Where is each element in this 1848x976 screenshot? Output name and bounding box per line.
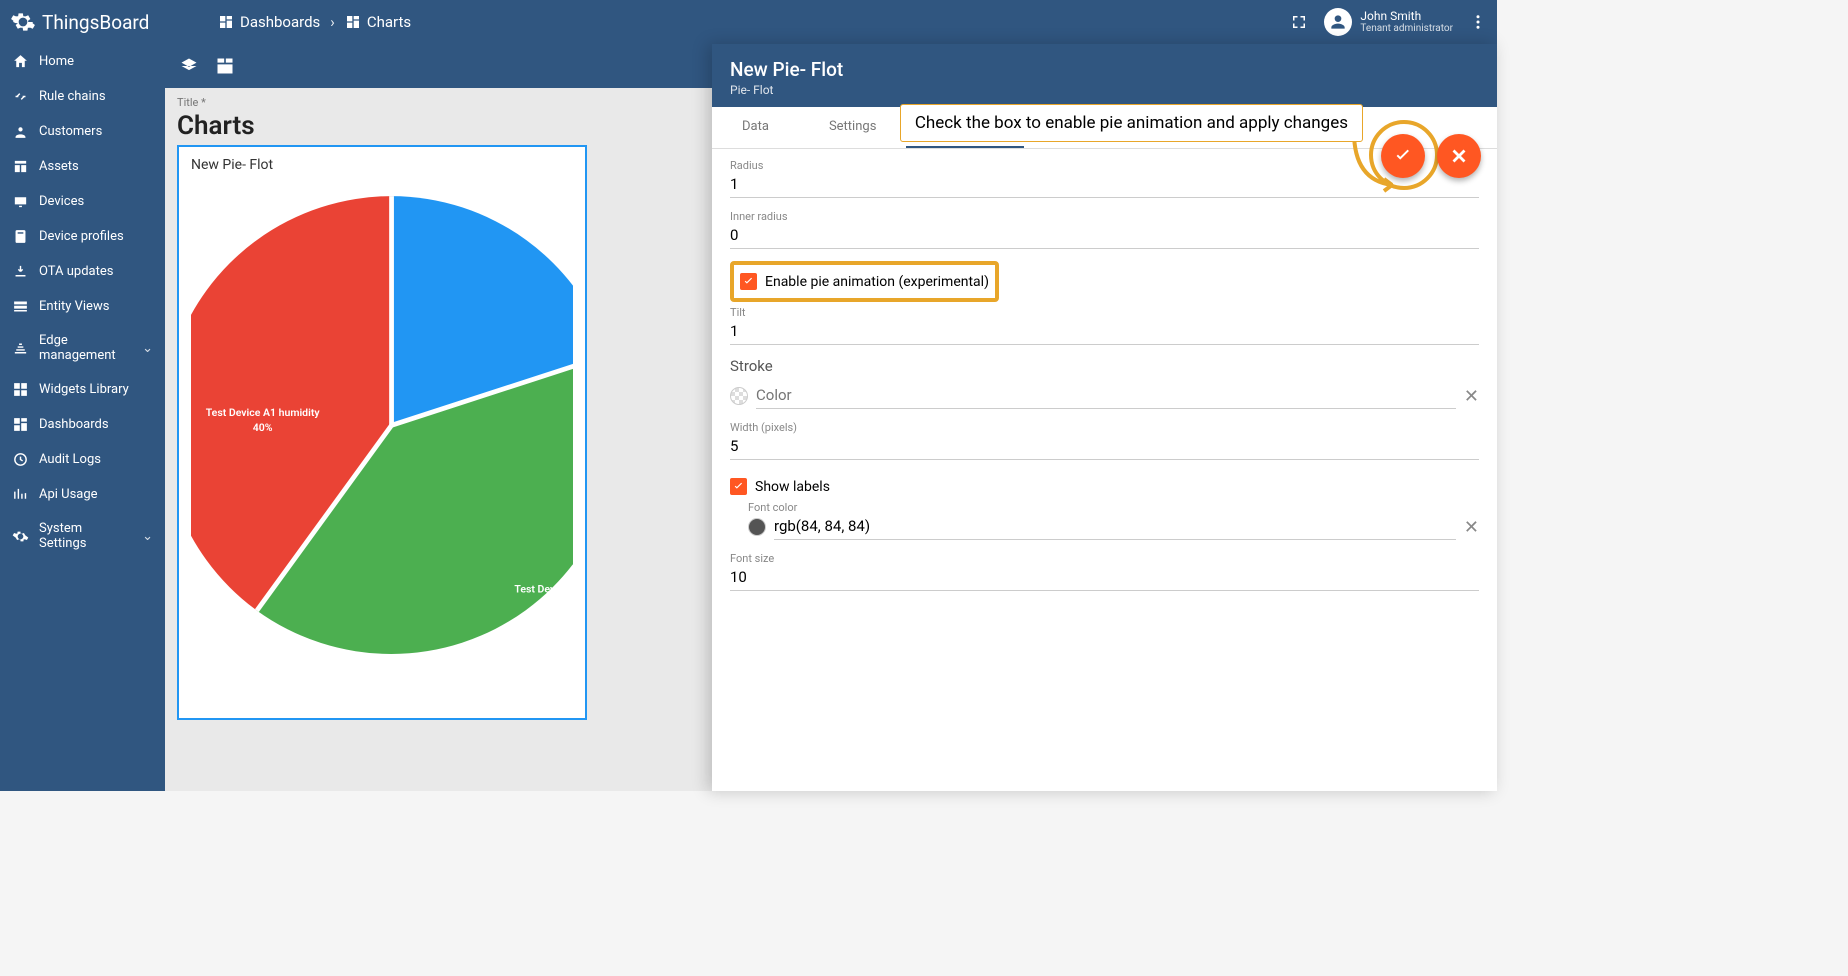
clear-stroke-color-icon[interactable]: ✕ (1464, 386, 1479, 407)
sidebar-item-audit-logs[interactable]: Audit Logs (0, 442, 165, 477)
svg-text:Test Dev: Test Dev (514, 582, 556, 595)
app-name: ThingsBoard (42, 11, 149, 34)
inner-radius-label: Inner radius (730, 210, 1479, 223)
sidebar-item-assets[interactable]: Assets (0, 149, 165, 184)
apply-changes-button[interactable] (1381, 134, 1425, 178)
show-labels-label: Show labels (755, 479, 830, 495)
breadcrumb-root[interactable]: Dashboards (218, 13, 320, 31)
sidebar-item-rule-chains[interactable]: Rule chains (0, 79, 165, 114)
fullscreen-icon[interactable] (1290, 13, 1308, 31)
pie-widget[interactable]: New Pie- Flot Test Device A1 humidity 40… (177, 145, 587, 720)
user-role: Tenant administrator (1360, 23, 1453, 35)
svg-text:40%: 40% (253, 421, 273, 434)
close-editor-icon[interactable] (1467, 108, 1485, 130)
sidebar-item-device-profiles[interactable]: Device profiles (0, 219, 165, 254)
tab-data[interactable]: Data (712, 107, 799, 148)
chevron-down-icon: ⌄ (142, 529, 153, 544)
dashboard-icon (345, 14, 361, 30)
grid-icon[interactable] (215, 56, 235, 76)
font-color-label: Font color (748, 501, 1479, 514)
editor-subtitle: Pie- Flot (730, 83, 1479, 97)
breadcrumb-current[interactable]: Charts (345, 13, 411, 31)
font-size-input[interactable] (730, 565, 1479, 591)
stroke-width-input[interactable] (730, 434, 1479, 460)
dashboard-icon (218, 14, 234, 30)
help-icon[interactable]: ? (1439, 108, 1457, 130)
sidebar-item-entity-views[interactable]: Entity Views (0, 289, 165, 324)
breadcrumb: Dashboards › Charts (210, 13, 411, 31)
user-menu[interactable]: John Smith Tenant administrator (1324, 8, 1453, 36)
sidebar-item-home[interactable]: Home (0, 44, 165, 79)
highlight-box: Enable pie animation (experimental) (730, 261, 999, 302)
chevron-right-icon: › (330, 13, 335, 31)
sidebar-item-system-settings[interactable]: System Settings⌄ (0, 512, 165, 560)
tilt-input[interactable] (730, 319, 1479, 345)
pie-chart: Test Device A1 humidity 40% Test Dev (191, 177, 573, 674)
enable-animation-label: Enable pie animation (experimental) (765, 274, 989, 290)
stroke-width-label: Width (pixels) (730, 421, 1479, 434)
enable-animation-checkbox[interactable] (740, 273, 757, 290)
sidebar: Home Rule chains Customers Assets Device… (0, 44, 165, 791)
stroke-section: Stroke (730, 357, 1479, 375)
instruction-callout: Check the box to enable pie animation an… (900, 104, 1363, 142)
show-labels-checkbox[interactable] (730, 478, 747, 495)
sidebar-item-edge-management[interactable]: Edge management⌄ (0, 324, 165, 372)
stroke-color-input[interactable] (756, 383, 1456, 409)
svg-text:Test Device A1 humidity: Test Device A1 humidity (206, 406, 321, 419)
kebab-menu-icon[interactable] (1469, 13, 1487, 31)
tab-settings[interactable]: Settings (799, 107, 906, 148)
svg-text:?: ? (1446, 111, 1451, 124)
inner-radius-input[interactable] (730, 223, 1479, 249)
app-logo[interactable]: ThingsBoard (10, 9, 210, 35)
stroke-color-swatch[interactable] (730, 387, 748, 405)
font-color-swatch[interactable] (748, 518, 766, 536)
tilt-label: Tilt (730, 306, 1479, 319)
gear-icon (10, 9, 36, 35)
sidebar-item-ota-updates[interactable]: OTA updates (0, 254, 165, 289)
discard-changes-button[interactable] (1437, 134, 1481, 178)
sidebar-item-customers[interactable]: Customers (0, 114, 165, 149)
chevron-down-icon: ⌄ (142, 341, 153, 356)
sidebar-item-widgets-library[interactable]: Widgets Library (0, 372, 165, 407)
sidebar-item-devices[interactable]: Devices (0, 184, 165, 219)
layers-icon[interactable] (179, 56, 199, 76)
sidebar-item-dashboards[interactable]: Dashboards (0, 407, 165, 442)
clear-font-color-icon[interactable]: ✕ (1464, 517, 1479, 538)
user-name: John Smith (1360, 9, 1453, 23)
sidebar-item-api-usage[interactable]: Api Usage (0, 477, 165, 512)
font-size-label: Font size (730, 552, 1479, 565)
widget-title: New Pie- Flot (191, 157, 573, 173)
editor-title: New Pie- Flot (730, 58, 1479, 81)
font-color-input[interactable] (774, 514, 1456, 540)
avatar-icon (1324, 8, 1352, 36)
